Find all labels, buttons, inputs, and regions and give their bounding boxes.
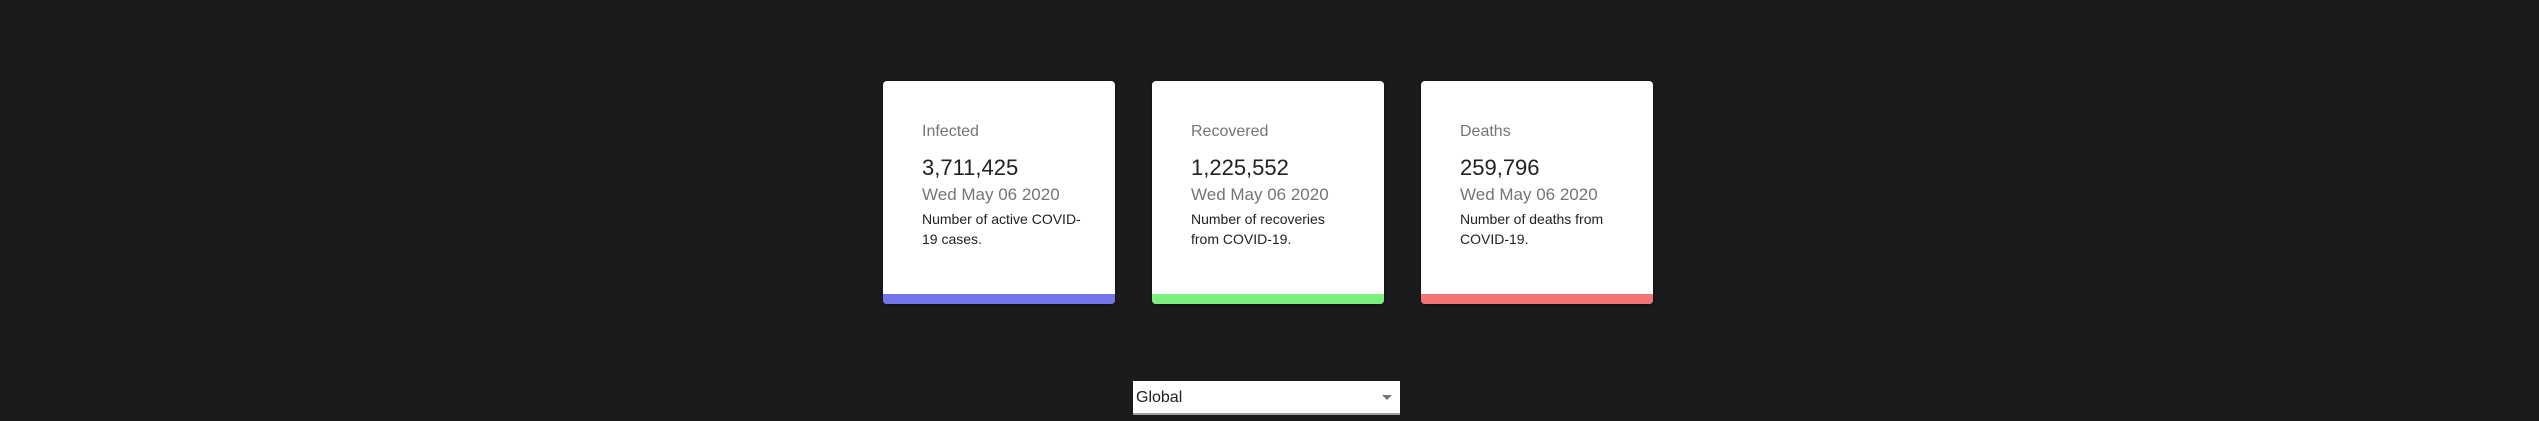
deaths-card: Deaths 259,796 Wed May 06 2020 Number of… <box>1421 81 1653 304</box>
card-date: Wed May 06 2020 <box>922 185 1060 204</box>
country-select[interactable]: Global <box>1133 381 1400 415</box>
card-content: Deaths 259,796 Wed May 06 2020 Number of… <box>1421 81 1653 249</box>
card-description: Number of recoveries from COVID-19. <box>1191 211 1325 247</box>
country-select-value: Global <box>1136 389 1183 406</box>
infected-card: Infected 3,711,425 Wed May 06 2020 Numbe… <box>883 81 1115 304</box>
card-date: Wed May 06 2020 <box>1460 185 1598 204</box>
page: Infected 3,711,425 Wed May 06 2020 Numbe… <box>0 0 2539 421</box>
chevron-down-icon <box>1382 395 1392 400</box>
card-description: Number of deaths from COVID-19. <box>1460 211 1604 247</box>
recovered-color-bar <box>1152 294 1384 304</box>
recovered-card: Recovered 1,225,552 Wed May 06 2020 Numb… <box>1152 81 1384 304</box>
card-content: Infected 3,711,425 Wed May 06 2020 Numbe… <box>883 81 1115 249</box>
deaths-color-bar <box>1421 294 1653 304</box>
infected-color-bar <box>883 294 1115 304</box>
card-title: Deaths <box>1460 123 1511 140</box>
card-value: 1,225,552 <box>1191 155 1289 180</box>
card-description: Number of active COVID-19 cases. <box>922 211 1081 247</box>
card-content: Recovered 1,225,552 Wed May 06 2020 Numb… <box>1152 81 1384 249</box>
card-title: Recovered <box>1191 123 1269 140</box>
card-title: Infected <box>922 123 979 140</box>
card-value: 3,711,425 <box>922 155 1019 180</box>
card-value: 259,796 <box>1460 155 1540 180</box>
card-date: Wed May 06 2020 <box>1191 185 1329 204</box>
stats-cards: Infected 3,711,425 Wed May 06 2020 Numbe… <box>883 81 1653 304</box>
